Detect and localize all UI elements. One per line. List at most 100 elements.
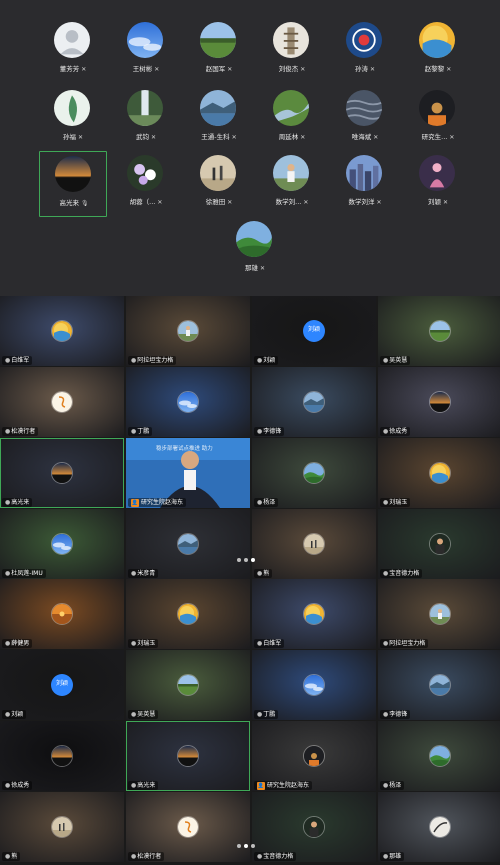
participant-item[interactable]: 刘颖 ✕	[404, 151, 472, 217]
mic-muted-icon: ●	[131, 357, 137, 364]
participant-name: 刘颖 ✕	[404, 196, 472, 206]
page-dot[interactable]	[237, 558, 241, 562]
video-tile[interactable]: ●宝音德力格	[252, 792, 376, 862]
video-tile[interactable]: ●那雄	[378, 792, 500, 862]
participant-item[interactable]: 高光来 🎙	[39, 151, 107, 217]
participant-name: 赵国军 ✕	[185, 63, 253, 73]
video-tile[interactable]: ●熊	[0, 792, 124, 862]
video-tile[interactable]: ●米彦青	[126, 509, 250, 579]
participant-name-text: 高光来	[59, 199, 79, 207]
video-tile[interactable]: ●杜凤莲-IMU	[0, 509, 124, 579]
video-tile[interactable]: ●阿拉坦宝力格	[126, 296, 250, 366]
page-indicator[interactable]	[237, 558, 263, 564]
avatar	[51, 603, 73, 625]
video-tile[interactable]: ●熊	[252, 509, 376, 579]
mic-muted-icon: ✕	[150, 134, 157, 141]
participant-item[interactable]: 那雄 ✕	[221, 217, 289, 283]
page-dot[interactable]	[244, 844, 248, 848]
tile-name-label: ●刘瑞玉	[380, 498, 411, 507]
tile-name-label: ●熊	[2, 852, 21, 861]
participant-name-text: 那雄	[244, 264, 258, 272]
video-tile[interactable]: ●徐成秀	[378, 367, 500, 437]
avatar	[429, 533, 451, 555]
page-dot[interactable]	[251, 844, 255, 848]
page-dot[interactable]	[244, 558, 248, 562]
tile-name-label: ●白维军	[254, 639, 285, 648]
tile-name-text: 吴英慧	[137, 711, 156, 718]
participant-item[interactable]: 孙福 ✕	[39, 86, 107, 152]
avatar	[177, 816, 199, 838]
participant-name: 孙福 ✕	[39, 131, 107, 141]
video-tile[interactable]: ●刘瑞玉	[378, 438, 500, 508]
video-tile[interactable]: ●白维军	[252, 579, 376, 649]
video-tile[interactable]: ●丁鹏	[252, 650, 376, 720]
video-tile[interactable]: ●李德锋	[252, 367, 376, 437]
video-tile[interactable]: 刘颖 ●刘颖	[252, 296, 376, 366]
participant-panel: 董芳芳 ✕ 王树彬 ✕ 赵国军 ✕ 刘俊杰 ✕ 孙涛 ✕ 赵黎黎 ✕ 孙福 ✕ 武钧 ✕ 王通-生科 ✕ 周延林 ✕ 唯…	[0, 0, 500, 296]
video-tile[interactable]: ●徐成秀	[0, 721, 124, 791]
video-tile[interactable]: ●吴英慧	[378, 296, 500, 366]
participant-item[interactable]: 数学刘洋 ✕	[331, 151, 399, 217]
tile-name-text: 米彦青	[137, 570, 156, 577]
mic-icon: ●	[131, 782, 137, 789]
video-tile[interactable]: ●杨泽	[378, 721, 500, 791]
page-dot[interactable]	[251, 558, 255, 562]
video-tile[interactable]: ●丁鹏	[126, 367, 250, 437]
mic-muted-icon: ●	[383, 782, 389, 789]
tile-name-text: 刘颖	[11, 711, 24, 718]
page-dot[interactable]	[237, 844, 241, 848]
participant-item[interactable]: 武钧 ✕	[112, 86, 180, 152]
video-tile[interactable]: ●刘瑞玉	[126, 579, 250, 649]
tile-name-label: ●宝音德力格	[380, 569, 423, 578]
video-overlay-text: 稳步部署试点推进 助力	[156, 446, 213, 452]
tile-name-text: 杨泽	[389, 782, 402, 789]
participant-item[interactable]: 王树彬 ✕	[112, 18, 180, 84]
video-tile[interactable]: ●薛健男	[0, 579, 124, 649]
tile-name-label: ●刘瑞玉	[128, 639, 159, 648]
mic-muted-icon: ●	[257, 357, 263, 364]
video-tile[interactable]: 稳步部署试点推进 助力 👤 研究生院赵海东	[126, 438, 250, 508]
participant-name: 王通-生科 ✕	[185, 131, 253, 141]
video-tile[interactable]: ●杨泽	[252, 438, 376, 508]
mic-muted-icon: ✕	[154, 66, 160, 73]
tile-name-label: ●丁鹏	[128, 427, 153, 436]
avatar	[177, 603, 199, 625]
avatar	[177, 674, 199, 696]
participant-item[interactable]: 研究生... ✕	[404, 86, 472, 152]
participant-item[interactable]: 唯海斌 ✕	[331, 86, 399, 152]
participant-item[interactable]: 王通-生科 ✕	[185, 86, 253, 152]
video-tile[interactable]: ●宝音德力格	[378, 509, 500, 579]
video-tile[interactable]: 👤 研究生院赵海东	[252, 721, 376, 791]
tile-name-label: 👤 研究生院赵海东	[254, 781, 313, 790]
participant-item[interactable]: 周延林 ✕	[258, 86, 326, 152]
participant-item[interactable]: 数学刘... ✕	[258, 151, 326, 217]
video-tile[interactable]: 刘颖 ●刘颖	[0, 650, 124, 720]
tile-name-text: 宝音德力格	[263, 853, 294, 860]
participant-item[interactable]: 赵国军 ✕	[185, 18, 253, 84]
page-indicator[interactable]	[237, 844, 263, 850]
participant-name-text: 董芳芳	[59, 65, 80, 73]
video-tile[interactable]: ●松漠行者	[0, 367, 124, 437]
video-tile[interactable]: ●高光来	[126, 721, 250, 791]
mic-muted-icon: ●	[131, 570, 137, 577]
video-tile[interactable]: ●松漠行者	[126, 792, 250, 862]
participant-name-text: 胡蓉（...	[129, 198, 156, 206]
mic-muted-icon: ✕	[227, 199, 233, 206]
video-tile[interactable]: ●吴英慧	[126, 650, 250, 720]
video-tile[interactable]: ●高光来	[0, 438, 124, 508]
avatar	[346, 90, 382, 126]
participant-item[interactable]: 赵黎黎 ✕	[404, 18, 472, 84]
video-tile[interactable]: ●阿拉坦宝力格	[378, 579, 500, 649]
participant-item[interactable]: 胡蓉（... ✕	[112, 151, 180, 217]
tile-name-text: 杜凤莲-IMU	[11, 570, 43, 577]
participant-item[interactable]: 刘俊杰 ✕	[258, 18, 326, 84]
mic-muted-icon: ✕	[376, 199, 382, 206]
participant-item[interactable]: 徐雅田 ✕	[185, 151, 253, 217]
video-tile[interactable]: ●白维军	[0, 296, 124, 366]
participant-item[interactable]: 孙涛 ✕	[331, 18, 399, 84]
mic-muted-icon: ●	[5, 428, 11, 435]
tile-name-label: ●熊	[254, 569, 273, 578]
participant-item[interactable]: 董芳芳 ✕	[39, 18, 107, 84]
tile-name-label: ●松漠行者	[128, 852, 165, 861]
video-tile[interactable]: ●李德锋	[378, 650, 500, 720]
